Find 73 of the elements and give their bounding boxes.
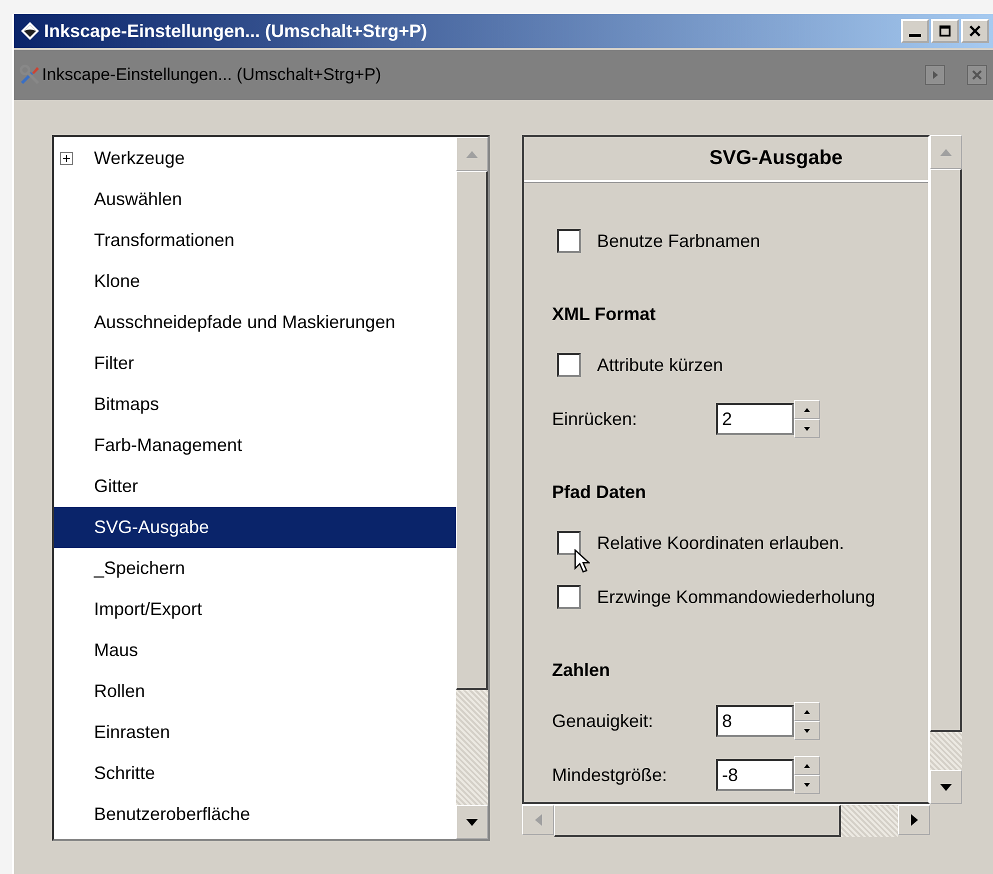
checkbox[interactable]	[557, 585, 581, 609]
checkbox[interactable]	[557, 229, 581, 253]
spin-buttons[interactable]	[794, 702, 820, 740]
checkbox-label: Attribute kürzen	[597, 354, 724, 376]
sidebar-item[interactable]: Ausschneidepfade und Maskierungen	[54, 302, 456, 343]
scroll-thumb[interactable]	[554, 805, 841, 837]
sidebar-item[interactable]: Bitmaps	[54, 384, 456, 425]
sidebar-item[interactable]: Maus	[54, 630, 456, 671]
checkbox-label: Benutze Farbnamen	[597, 230, 760, 252]
section-heading: Zahlen	[552, 658, 612, 682]
scroll-up-button[interactable]	[930, 135, 962, 169]
panel-title: SVG-Ausgabe	[524, 137, 928, 182]
field-label: Einrücken:	[552, 408, 638, 430]
down-arrow-icon	[804, 782, 810, 786]
horizontal-scrollbar[interactable]	[522, 804, 930, 837]
sidebar-item[interactable]: Werkzeuge	[54, 138, 456, 179]
down-arrow-icon	[804, 426, 810, 430]
up-arrow-icon	[804, 408, 810, 412]
close-icon	[970, 68, 984, 82]
sidebar-item[interactable]: Filter	[54, 343, 456, 384]
spin-buttons[interactable]	[794, 400, 820, 438]
checkbox[interactable]	[557, 531, 581, 555]
sidebar-item[interactable]: Farb-Management	[54, 425, 456, 466]
scroll-down-button[interactable]	[456, 805, 488, 839]
scroll-up-button[interactable]	[456, 137, 488, 171]
number-field[interactable]: -8	[716, 759, 794, 791]
down-arrow-icon	[804, 728, 810, 732]
expand-icon[interactable]	[60, 152, 73, 165]
down-arrow-icon	[466, 818, 478, 826]
sidebar-item[interactable]: Import/Export	[54, 589, 456, 630]
tools-icon	[18, 63, 42, 87]
maximize-icon	[938, 24, 952, 38]
sidebar-item[interactable]: Gitter	[54, 466, 456, 507]
sidebar-item[interactable]: Klone	[54, 261, 456, 302]
right-arrow-icon	[910, 814, 918, 826]
down-arrow-icon	[940, 784, 952, 790]
sidebar-item[interactable]: Transformationen	[54, 220, 456, 261]
section-heading: Pfad Daten	[552, 480, 648, 504]
field-label: Genauigkeit:	[552, 710, 654, 732]
spin-buttons[interactable]	[794, 756, 820, 794]
app-logo-icon	[20, 21, 40, 41]
scroll-left-button[interactable]	[522, 805, 554, 835]
checkbox-label: Erzwinge Kommandowiederholung	[597, 586, 876, 608]
window-title: Inkscape-Einstellungen... (Umschalt+Strg+P)	[44, 20, 428, 42]
close-icon	[968, 24, 982, 38]
left-arrow-icon	[534, 814, 542, 826]
up-arrow-icon	[804, 710, 810, 714]
vertical-scrollbar[interactable]	[456, 137, 488, 839]
sidebar-item[interactable]: Benutzeroberfläche	[54, 794, 456, 835]
minimize-button[interactable]	[901, 19, 929, 43]
up-arrow-icon	[466, 150, 478, 158]
vertical-scrollbar[interactable]	[930, 135, 962, 804]
scroll-thumb[interactable]	[456, 171, 488, 690]
section-heading: XML Format	[552, 302, 657, 326]
sidebar-item[interactable]: Rollen	[54, 671, 456, 712]
up-arrow-icon	[804, 764, 810, 768]
scroll-thumb[interactable]	[930, 169, 962, 732]
checkbox[interactable]	[557, 353, 581, 377]
field-label: Mindestgröße:	[552, 764, 668, 786]
scroll-down-button[interactable]	[930, 770, 962, 804]
minimize-icon	[909, 34, 921, 36]
scroll-right-button[interactable]	[898, 805, 930, 835]
number-field[interactable]: 8	[716, 705, 794, 737]
up-arrow-icon	[940, 148, 952, 156]
dialog-title: Inkscape-Einstellungen... (Umschalt+Strg+P)	[42, 65, 382, 85]
sidebar-item[interactable]: SVG-Ausgabe	[54, 507, 456, 548]
maximize-button[interactable]	[931, 19, 959, 43]
sidebar-item[interactable]: Einrasten	[54, 712, 456, 753]
checkbox-label: Relative Koordinaten erlauben.	[597, 532, 844, 554]
sidebar-item[interactable]: Auswählen	[54, 179, 456, 220]
sidebar-item[interactable]: Schritte	[54, 753, 456, 794]
sidebar-item[interactable]: _Speichern	[54, 548, 456, 589]
number-field[interactable]: 2	[716, 403, 794, 435]
